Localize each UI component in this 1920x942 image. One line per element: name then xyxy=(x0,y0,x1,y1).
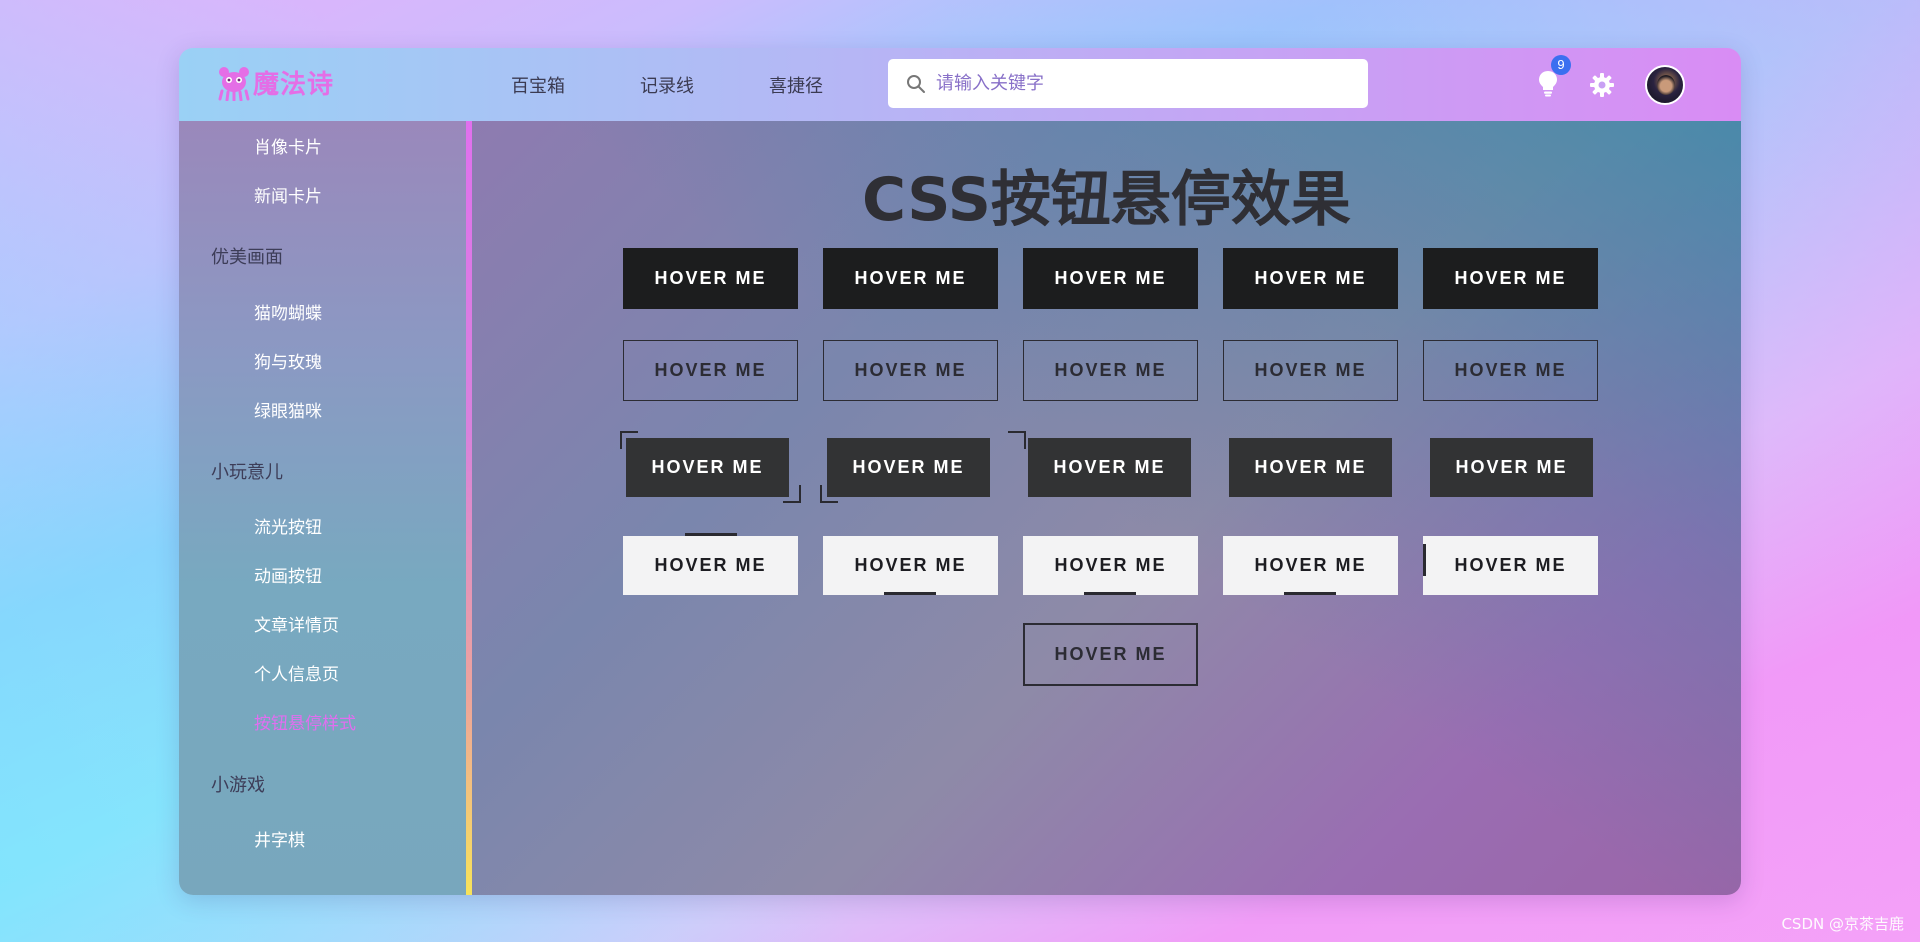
hover-button-r1-1[interactable]: HOVER ME xyxy=(623,248,798,309)
side-accent-line xyxy=(1423,544,1426,576)
hover-button-r4-2[interactable]: HOVER ME xyxy=(823,536,998,595)
top-nav: 百宝箱 记录线 喜捷径 xyxy=(511,48,898,121)
page-title: CSS按钮悬停效果 xyxy=(862,165,1351,235)
nav-item-jiluxian[interactable]: 记录线 xyxy=(640,72,694,98)
search-box[interactable] xyxy=(888,59,1368,108)
hover-button-r3-5[interactable]: HOVER ME xyxy=(1430,438,1593,497)
sidebar-item-tic-tac-toe[interactable]: 井字棋 xyxy=(254,826,305,851)
sidebar-group-beautiful-scenes[interactable]: 优美画面 xyxy=(211,243,283,269)
hover-button-r2-4[interactable]: HOVER ME xyxy=(1223,340,1398,401)
hover-button-r4-5[interactable]: HOVER ME xyxy=(1423,536,1598,595)
underline-accent xyxy=(1284,592,1336,595)
hover-button-r2-5[interactable]: HOVER ME xyxy=(1423,340,1598,401)
hover-button-r3-2[interactable]: HOVER ME xyxy=(827,438,990,497)
sidebar-group-mini-games[interactable]: 小游戏 xyxy=(211,771,265,797)
sidebar-item-glow-button[interactable]: 流光按钮 xyxy=(254,513,322,538)
header-actions: 9 xyxy=(1537,48,1685,121)
notification-badge: 9 xyxy=(1551,54,1571,75)
hover-button-r4-1[interactable]: HOVER ME xyxy=(623,536,798,595)
gear-icon xyxy=(1590,72,1614,97)
hover-button-r4-3[interactable]: HOVER ME xyxy=(1023,536,1198,595)
hover-button-r4-4[interactable]: HOVER ME xyxy=(1223,536,1398,595)
underline-accent xyxy=(1084,592,1136,595)
hover-button-r3-3[interactable]: HOVER ME xyxy=(1028,438,1191,497)
main-content: CSS按钮悬停效果 HOVER ME HOVER ME HOVER ME HOV… xyxy=(472,121,1741,895)
search-input[interactable] xyxy=(936,73,1356,94)
hover-button-r3-1[interactable]: HOVER ME xyxy=(626,438,789,497)
notification-button[interactable]: 9 xyxy=(1537,54,1571,101)
sidebar-item-portrait-card[interactable]: 肖像卡片 xyxy=(254,133,322,158)
corner-bracket-decoration xyxy=(820,485,838,503)
nav-item-xijiejing[interactable]: 喜捷径 xyxy=(769,72,823,98)
corner-bracket-decoration xyxy=(783,485,801,503)
hover-button-r3-4[interactable]: HOVER ME xyxy=(1229,438,1392,497)
sidebar-item-green-eyed-cat[interactable]: 绿眼猫咪 xyxy=(254,397,322,422)
sidebar-item-button-hover-styles[interactable]: 按钮悬停样式 xyxy=(254,709,356,734)
sidebar-item-animated-button[interactable]: 动画按钮 xyxy=(254,562,322,587)
sidebar-item-article-detail[interactable]: 文章详情页 xyxy=(254,611,339,636)
logo-text: 魔法诗 xyxy=(253,70,335,100)
top-bar: 魔法诗 百宝箱 记录线 喜捷径 9 xyxy=(179,48,1741,121)
underline-accent xyxy=(884,592,936,595)
avatar[interactable] xyxy=(1645,64,1685,105)
hover-button-r2-2[interactable]: HOVER ME xyxy=(823,340,998,401)
hover-button-r1-2[interactable]: HOVER ME xyxy=(823,248,998,309)
nav-item-baibaoxiang[interactable]: 百宝箱 xyxy=(511,72,565,98)
sidebar-item-dog-and-rose[interactable]: 狗与玫瑰 xyxy=(254,348,322,373)
sidebar-item-profile-page[interactable]: 个人信息页 xyxy=(254,660,339,685)
hover-button-r5-1[interactable]: HOVER ME xyxy=(1023,623,1198,686)
sidebar: 肖像卡片 新闻卡片 优美画面 猫吻蝴蝶 狗与玫瑰 绿眼猫咪 小玩意儿 流光按钮 … xyxy=(179,121,472,895)
hover-button-r1-3[interactable]: HOVER ME xyxy=(1023,248,1198,309)
sidebar-group-gadgets[interactable]: 小玩意儿 xyxy=(211,458,283,484)
hover-button-r2-3[interactable]: HOVER ME xyxy=(1023,340,1198,401)
logo[interactable]: 魔法诗 xyxy=(217,64,334,101)
corner-bracket-decoration xyxy=(1008,431,1026,449)
hover-button-r1-4[interactable]: HOVER ME xyxy=(1223,248,1398,309)
app-window: 魔法诗 百宝箱 记录线 喜捷径 9 xyxy=(179,48,1741,895)
sidebar-item-cat-kiss-butterfly[interactable]: 猫吻蝴蝶 xyxy=(254,299,322,324)
watermark: CSDN @京茶吉鹿 xyxy=(1781,915,1904,933)
search-icon xyxy=(907,74,925,93)
settings-button[interactable] xyxy=(1589,72,1615,98)
sidebar-item-news-card[interactable]: 新闻卡片 xyxy=(254,182,322,207)
hover-button-r2-1[interactable]: HOVER ME xyxy=(623,340,798,401)
hover-button-r1-5[interactable]: HOVER ME xyxy=(1423,248,1598,309)
logo-monster-icon xyxy=(218,66,250,101)
